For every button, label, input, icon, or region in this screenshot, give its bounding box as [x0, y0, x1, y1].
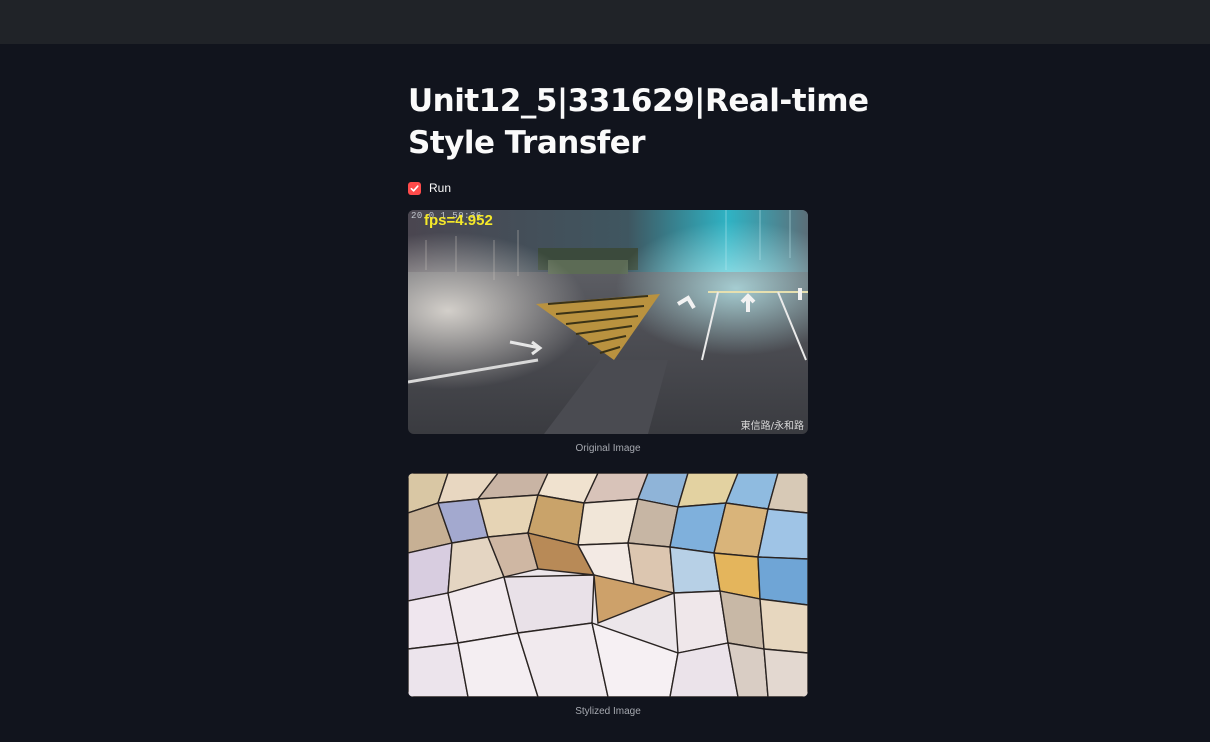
station-label-overlay: 東信路/永和路 [740, 421, 804, 432]
main-content: Unit12_5|331629|Real-time Style Transfer… [408, 80, 928, 717]
street-camera-frame [408, 210, 808, 434]
stylized-image-block: Stylized Image [408, 473, 808, 717]
app-header-bar [0, 0, 1210, 44]
run-checkbox-row[interactable]: Run [408, 180, 451, 196]
original-image-caption: Original Image [575, 443, 641, 454]
stylized-image [408, 473, 808, 697]
checkmark-icon [410, 184, 419, 192]
run-checkbox[interactable] [408, 181, 421, 195]
run-checkbox-label[interactable]: Run [429, 181, 451, 195]
original-image: 20 0 1 50:36 fps=4.952 東信路/永和路 [408, 210, 808, 434]
page-title: Unit12_5|331629|Real-time Style Transfer [408, 83, 869, 161]
fps-overlay: fps=4.952 [424, 212, 493, 229]
stylized-image-caption: Stylized Image [575, 706, 641, 717]
stained-glass-frame [408, 473, 808, 697]
original-image-block: 20 0 1 50:36 fps=4.952 東信路/永和路 Original … [408, 210, 808, 454]
